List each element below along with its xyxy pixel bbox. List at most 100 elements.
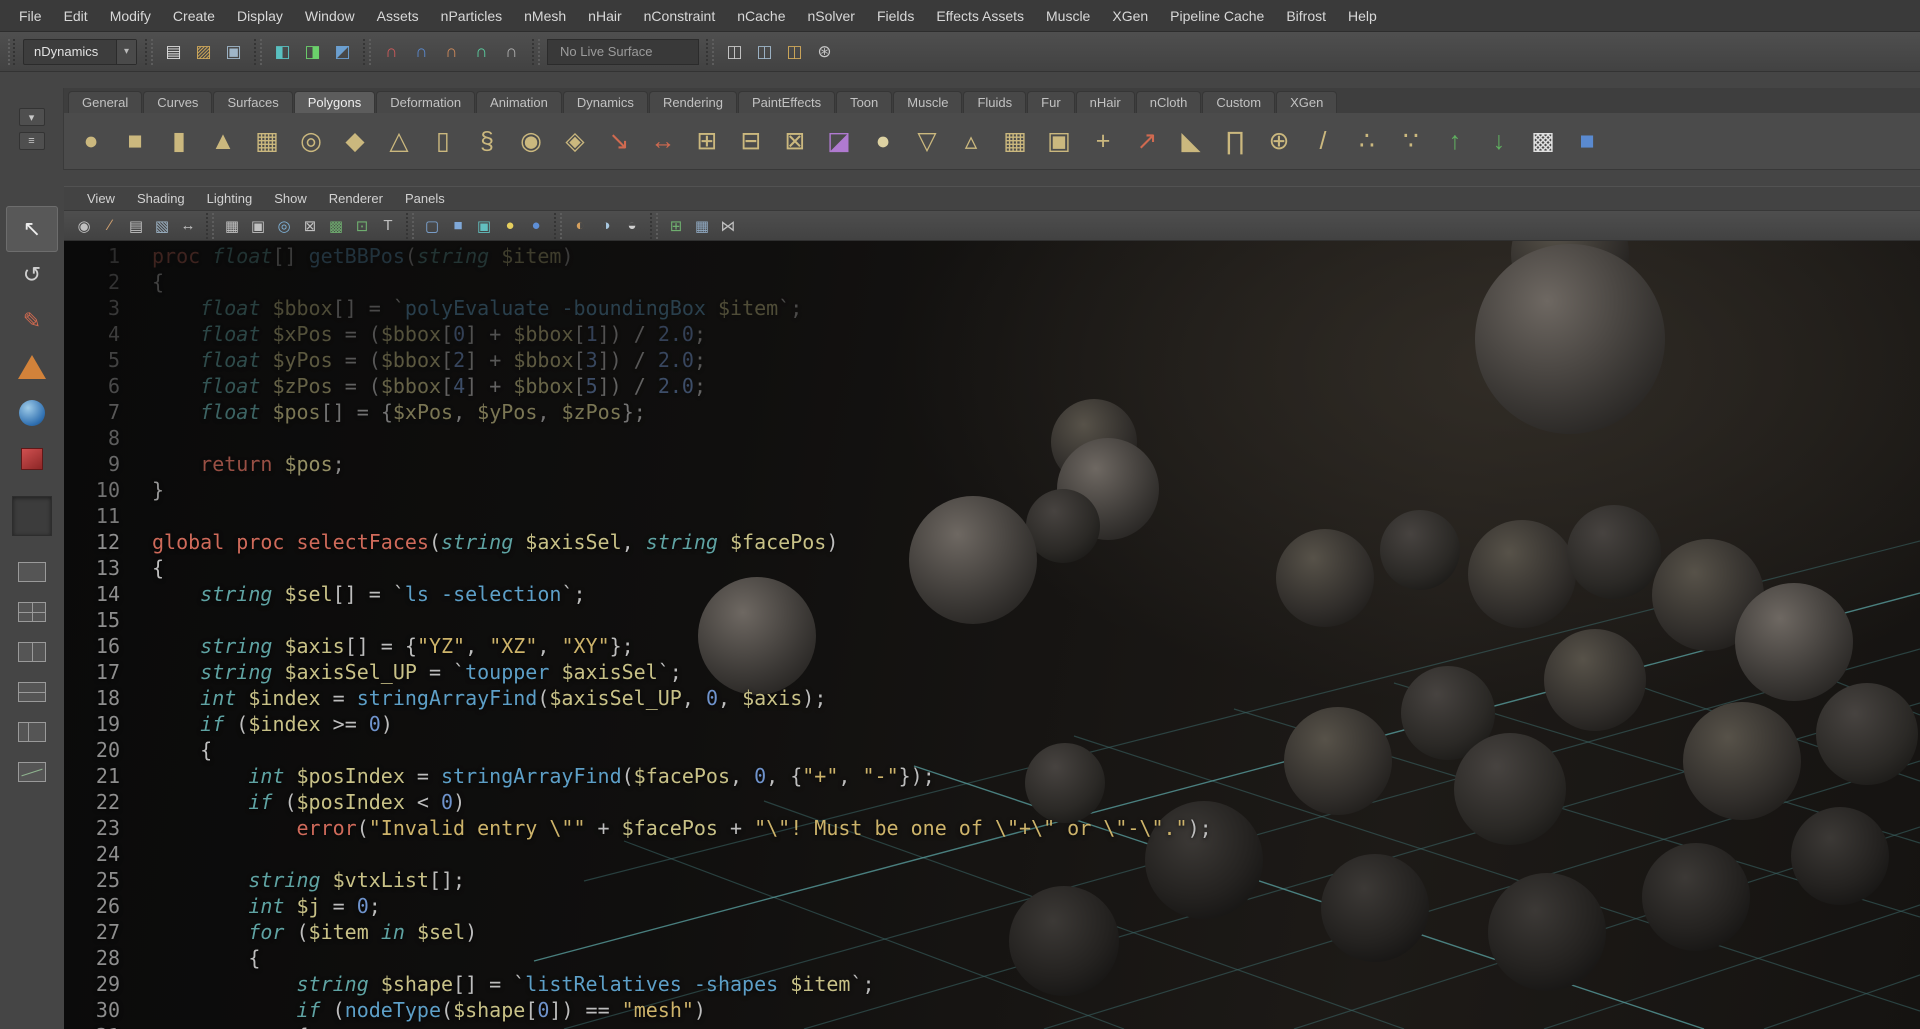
shelf-tab-nhair[interactable]: nHair bbox=[1076, 91, 1135, 113]
shelf-tab-xgen[interactable]: XGen bbox=[1276, 91, 1337, 113]
shelf-tab-fluids[interactable]: Fluids bbox=[963, 91, 1026, 113]
shelf-tab-surfaces[interactable]: Surfaces bbox=[213, 91, 292, 113]
menu-nconstraint[interactable]: nConstraint bbox=[633, 0, 727, 32]
target-weld-icon[interactable]: ∵ bbox=[1390, 120, 1432, 162]
poly-plane-icon[interactable]: ▦ bbox=[246, 120, 288, 162]
menu-nhair[interactable]: nHair bbox=[577, 0, 632, 32]
live-surface-field[interactable]: No Live Surface bbox=[547, 39, 699, 65]
poly-pyramid-icon[interactable]: △ bbox=[378, 120, 420, 162]
select-tool[interactable]: ↖ bbox=[6, 206, 58, 252]
shelf-tab-general[interactable]: General bbox=[68, 91, 142, 113]
plugin-shapes-icon[interactable]: ▦ bbox=[690, 214, 714, 238]
safe-title-icon[interactable]: T bbox=[376, 214, 400, 238]
cut-faces-icon[interactable]: / bbox=[1302, 120, 1344, 162]
menu-set-dropdown[interactable]: nDynamics ▾ bbox=[23, 39, 137, 65]
menu-window[interactable]: Window bbox=[294, 0, 366, 32]
snap-to-point-icon[interactable]: ∩ bbox=[438, 38, 465, 65]
two-d-pan-zoom-icon[interactable]: ↔ bbox=[176, 214, 200, 238]
menu-nmesh[interactable]: nMesh bbox=[513, 0, 577, 32]
layout-graph-persp[interactable] bbox=[6, 752, 58, 792]
menu-pipeline-cache[interactable]: Pipeline Cache bbox=[1159, 0, 1275, 32]
snap-to-grid-icon[interactable]: ∩ bbox=[378, 38, 405, 65]
poly-bevel-icon[interactable]: ◣ bbox=[1170, 120, 1212, 162]
snap-to-plane-icon[interactable]: ∩ bbox=[468, 38, 495, 65]
safe-action-icon[interactable]: ⊡ bbox=[350, 214, 374, 238]
poly-extract-icon[interactable]: ⊠ bbox=[774, 120, 816, 162]
default-material-icon[interactable]: ◐ bbox=[568, 214, 592, 238]
layout-two-pane-side[interactable] bbox=[6, 632, 58, 672]
panel-menu-renderer[interactable]: Renderer bbox=[318, 191, 394, 206]
menu-nsolver[interactable]: nSolver bbox=[797, 0, 866, 32]
poly-smooth-icon[interactable]: ● bbox=[862, 120, 904, 162]
menu-effects-assets[interactable]: Effects Assets bbox=[925, 0, 1035, 32]
lasso-tool[interactable]: ↺ bbox=[6, 252, 58, 298]
merge-vertices-icon[interactable]: ∴ bbox=[1346, 120, 1388, 162]
shelf-tab-toon[interactable]: Toon bbox=[836, 91, 892, 113]
wireframe-mode-icon[interactable]: ▢ bbox=[420, 214, 444, 238]
paint-select-tool[interactable]: ✎ bbox=[6, 298, 58, 344]
panel-menu-shading[interactable]: Shading bbox=[126, 191, 196, 206]
select-object-icon[interactable]: ◨ bbox=[299, 38, 326, 65]
panel-menu-show[interactable]: Show bbox=[263, 191, 318, 206]
rotate-tool[interactable] bbox=[6, 390, 58, 436]
layout-outliner-persp[interactable] bbox=[6, 712, 58, 752]
shelf-tab-painteffects[interactable]: PaintEffects bbox=[738, 91, 835, 113]
select-hierarchy-icon[interactable]: ◧ bbox=[269, 38, 296, 65]
normals-reverse-icon[interactable]: ↑ bbox=[1434, 120, 1476, 162]
poly-cube-icon[interactable]: ■ bbox=[114, 120, 156, 162]
resolution-gate-icon[interactable]: ◎ bbox=[272, 214, 296, 238]
shelf-tab-polygons[interactable]: Polygons bbox=[294, 91, 375, 113]
panel-menu-panels[interactable]: Panels bbox=[394, 191, 456, 206]
poly-separate-icon[interactable]: ⊟ bbox=[730, 120, 772, 162]
poly-prism-icon[interactable]: ◆ bbox=[334, 120, 376, 162]
menu-ncache[interactable]: nCache bbox=[726, 0, 796, 32]
menu-file[interactable]: File bbox=[8, 0, 53, 32]
save-scene-icon[interactable]: ▣ bbox=[220, 38, 247, 65]
shelf-tab-muscle[interactable]: Muscle bbox=[893, 91, 962, 113]
shelf-tab-custom[interactable]: Custom bbox=[1202, 91, 1275, 113]
film-gate-icon[interactable]: ▣ bbox=[246, 214, 270, 238]
poly-sphere-icon[interactable]: ● bbox=[70, 120, 112, 162]
poly-mirror-icon[interactable]: ↔ bbox=[642, 120, 684, 162]
image-plane-icon[interactable]: ▧ bbox=[150, 214, 174, 238]
menu-modify[interactable]: Modify bbox=[99, 0, 162, 32]
open-scene-icon[interactable]: ▨ bbox=[190, 38, 217, 65]
poly-bridge-icon[interactable]: ∏ bbox=[1214, 120, 1256, 162]
poly-platonic-icon[interactable]: ◈ bbox=[554, 120, 596, 162]
poly-cone-icon[interactable]: ▲ bbox=[202, 120, 244, 162]
poly-combine-icon[interactable]: ⊞ bbox=[686, 120, 728, 162]
poly-helix-icon[interactable]: § bbox=[466, 120, 508, 162]
lighting-icon[interactable]: ◒ bbox=[620, 214, 644, 238]
poly-quadrangulate-icon[interactable]: ▦ bbox=[994, 120, 1036, 162]
normals-conform-icon[interactable]: ↓ bbox=[1478, 120, 1520, 162]
make-live-icon[interactable]: ∩ bbox=[498, 38, 525, 65]
menu-bifrost[interactable]: Bifrost bbox=[1275, 0, 1337, 32]
gate-mask-icon[interactable]: ⊠ bbox=[298, 214, 322, 238]
use-all-lights-icon[interactable]: ● bbox=[498, 214, 522, 238]
menu-create[interactable]: Create bbox=[162, 0, 226, 32]
render-settings-icon[interactable]: ⊛ bbox=[811, 38, 838, 65]
ipr-render-icon[interactable]: ◫ bbox=[781, 38, 808, 65]
shelf-tab-curves[interactable]: Curves bbox=[143, 91, 212, 113]
statusline-grip[interactable] bbox=[8, 39, 15, 65]
field-chart-icon[interactable]: ▩ bbox=[324, 214, 348, 238]
panel-menu-view[interactable]: View bbox=[76, 191, 126, 206]
isolate-select-icon[interactable]: ⊞ bbox=[664, 214, 688, 238]
poly-pipe-icon[interactable]: ▯ bbox=[422, 120, 464, 162]
camera-bookmark-icon[interactable]: ▤ bbox=[124, 214, 148, 238]
menu-xgen[interactable]: XGen bbox=[1101, 0, 1159, 32]
share-view-icon[interactable]: ⋈ bbox=[716, 214, 740, 238]
poly-cylinder-icon[interactable]: ▮ bbox=[158, 120, 200, 162]
menu-help[interactable]: Help bbox=[1337, 0, 1388, 32]
shelf-tab-fur[interactable]: Fur bbox=[1027, 91, 1075, 113]
layout-single-pane[interactable] bbox=[6, 552, 58, 592]
shelf-tab-list-icon[interactable]: ▾ bbox=[19, 108, 45, 126]
new-scene-icon[interactable]: ▤ bbox=[160, 38, 187, 65]
xray-icon[interactable]: ◑ bbox=[594, 214, 618, 238]
shelf-tab-rendering[interactable]: Rendering bbox=[649, 91, 737, 113]
select-camera-icon[interactable]: ◉ bbox=[72, 214, 96, 238]
hypershade-cube-icon[interactable]: ■ bbox=[1566, 120, 1608, 162]
shelf-tab-ncloth[interactable]: nCloth bbox=[1136, 91, 1202, 113]
poly-soccer-ball-icon[interactable]: ◉ bbox=[510, 120, 552, 162]
shelf-tab-dynamics[interactable]: Dynamics bbox=[563, 91, 648, 113]
